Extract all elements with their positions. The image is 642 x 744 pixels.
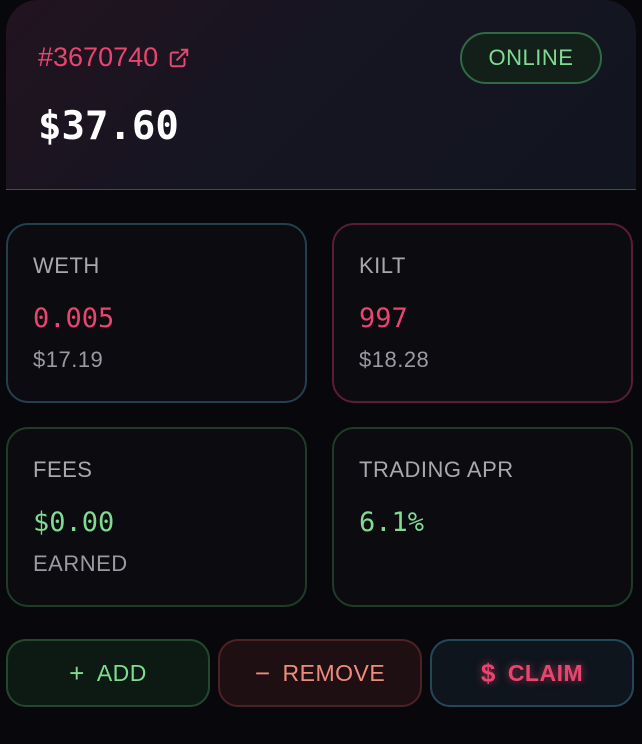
weth-amount: 0.005 — [33, 303, 115, 334]
claim-button[interactable]: $ CLAIM — [430, 639, 634, 707]
remove-button-label: REMOVE — [282, 659, 386, 686]
apr-label: TRADING APR — [359, 457, 514, 482]
apr-card: TRADING APR 6.1% — [332, 427, 633, 607]
remove-button[interactable]: − REMOVE — [218, 639, 422, 707]
apr-value: 6.1% — [359, 507, 425, 538]
position-id-link[interactable]: #3670740 — [38, 42, 190, 73]
claim-button-label: CLAIM — [507, 659, 584, 686]
add-button-label: ADD — [96, 659, 147, 686]
position-header: #3670740 ONLINE $37.60 — [6, 0, 636, 190]
minus-icon: − — [254, 658, 271, 688]
dollar-icon: $ — [480, 658, 496, 688]
fees-card: FEES $0.00 EARNED — [6, 427, 307, 607]
position-id: #3670740 — [38, 42, 159, 72]
fees-amount: $0.00 — [33, 507, 115, 538]
weth-label: WETH — [33, 253, 100, 278]
total-value: $37.60 — [38, 104, 179, 149]
add-button[interactable]: + ADD — [6, 639, 210, 707]
kilt-card: KILT 997 $18.28 — [332, 223, 633, 403]
external-link-icon[interactable] — [168, 47, 190, 69]
weth-card: WETH 0.005 $17.19 — [6, 223, 307, 403]
kilt-usd-value: $18.28 — [359, 347, 430, 372]
weth-usd-value: $17.19 — [33, 347, 104, 372]
fees-earned-label: EARNED — [33, 551, 128, 576]
kilt-label: KILT — [359, 253, 406, 278]
kilt-amount: 997 — [359, 303, 408, 334]
plus-icon: + — [69, 658, 85, 688]
fees-label: FEES — [33, 457, 93, 482]
status-badge: ONLINE — [460, 32, 602, 84]
